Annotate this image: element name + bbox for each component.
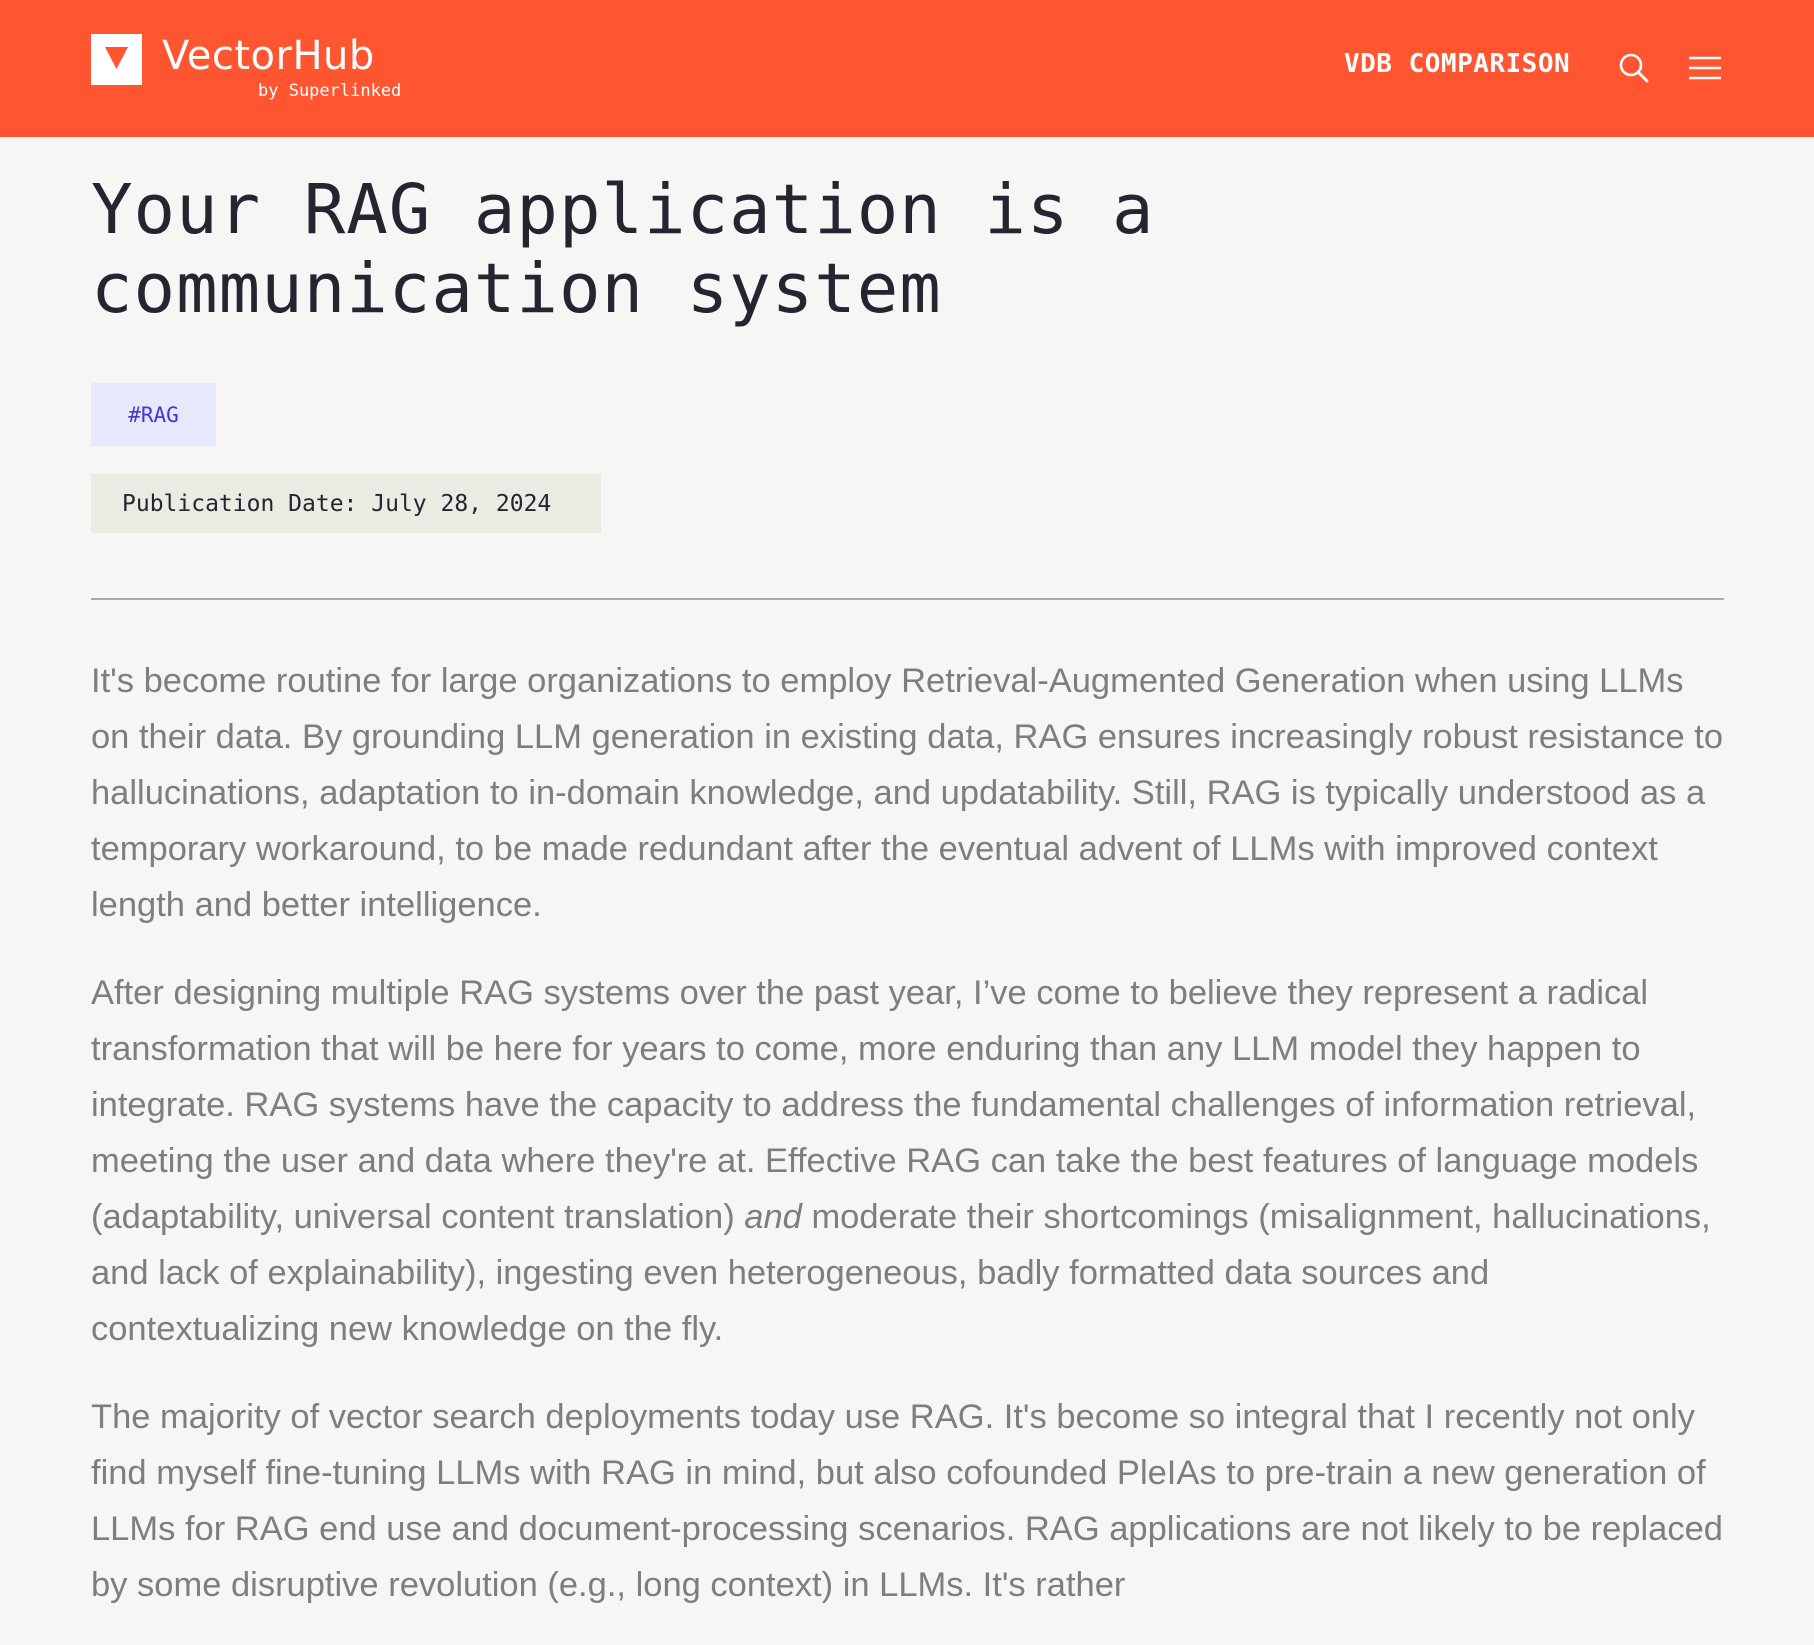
- top-header: VectorHub by Superlinked VDB COMPARISON: [0, 0, 1814, 137]
- brand-name: VectorHub: [162, 33, 375, 79]
- publication-date: Publication Date: July 28, 2024: [91, 474, 601, 533]
- article-title-line-1: Your RAG application is a: [91, 170, 1155, 250]
- tag-rag[interactable]: #RAG: [91, 383, 216, 446]
- search-button[interactable]: [1616, 50, 1652, 86]
- divider: [91, 598, 1724, 600]
- article-body: It's become routine for large organizati…: [91, 653, 1724, 1645]
- vectorhub-logo-icon: [91, 34, 142, 85]
- paragraph-2: After designing multiple RAG systems ove…: [91, 965, 1724, 1357]
- vdb-comparison-link[interactable]: VDB COMPARISON: [1344, 51, 1570, 77]
- vectorhub-logo[interactable]: VectorHub by Superlinked: [91, 33, 421, 104]
- paragraph-1: It's become routine for large organizati…: [91, 662, 1724, 924]
- hamburger-menu-icon: [1689, 56, 1721, 80]
- article-main: Your RAG application is a communication s…: [91, 137, 1724, 1604]
- paragraph-2-part-1: After designing multiple RAG systems ove…: [91, 974, 1699, 1236]
- brand-subtitle: by Superlinked: [258, 81, 402, 101]
- menu-button[interactable]: [1687, 50, 1723, 86]
- article-title: Your RAG application is a communication s…: [91, 171, 1724, 329]
- search-icon: [1619, 53, 1649, 83]
- article-title-line-2: communication system: [91, 249, 942, 329]
- paragraph-3: The majority of vector search deployment…: [91, 1398, 1723, 1604]
- paragraph-2-emphasis: and: [744, 1198, 802, 1236]
